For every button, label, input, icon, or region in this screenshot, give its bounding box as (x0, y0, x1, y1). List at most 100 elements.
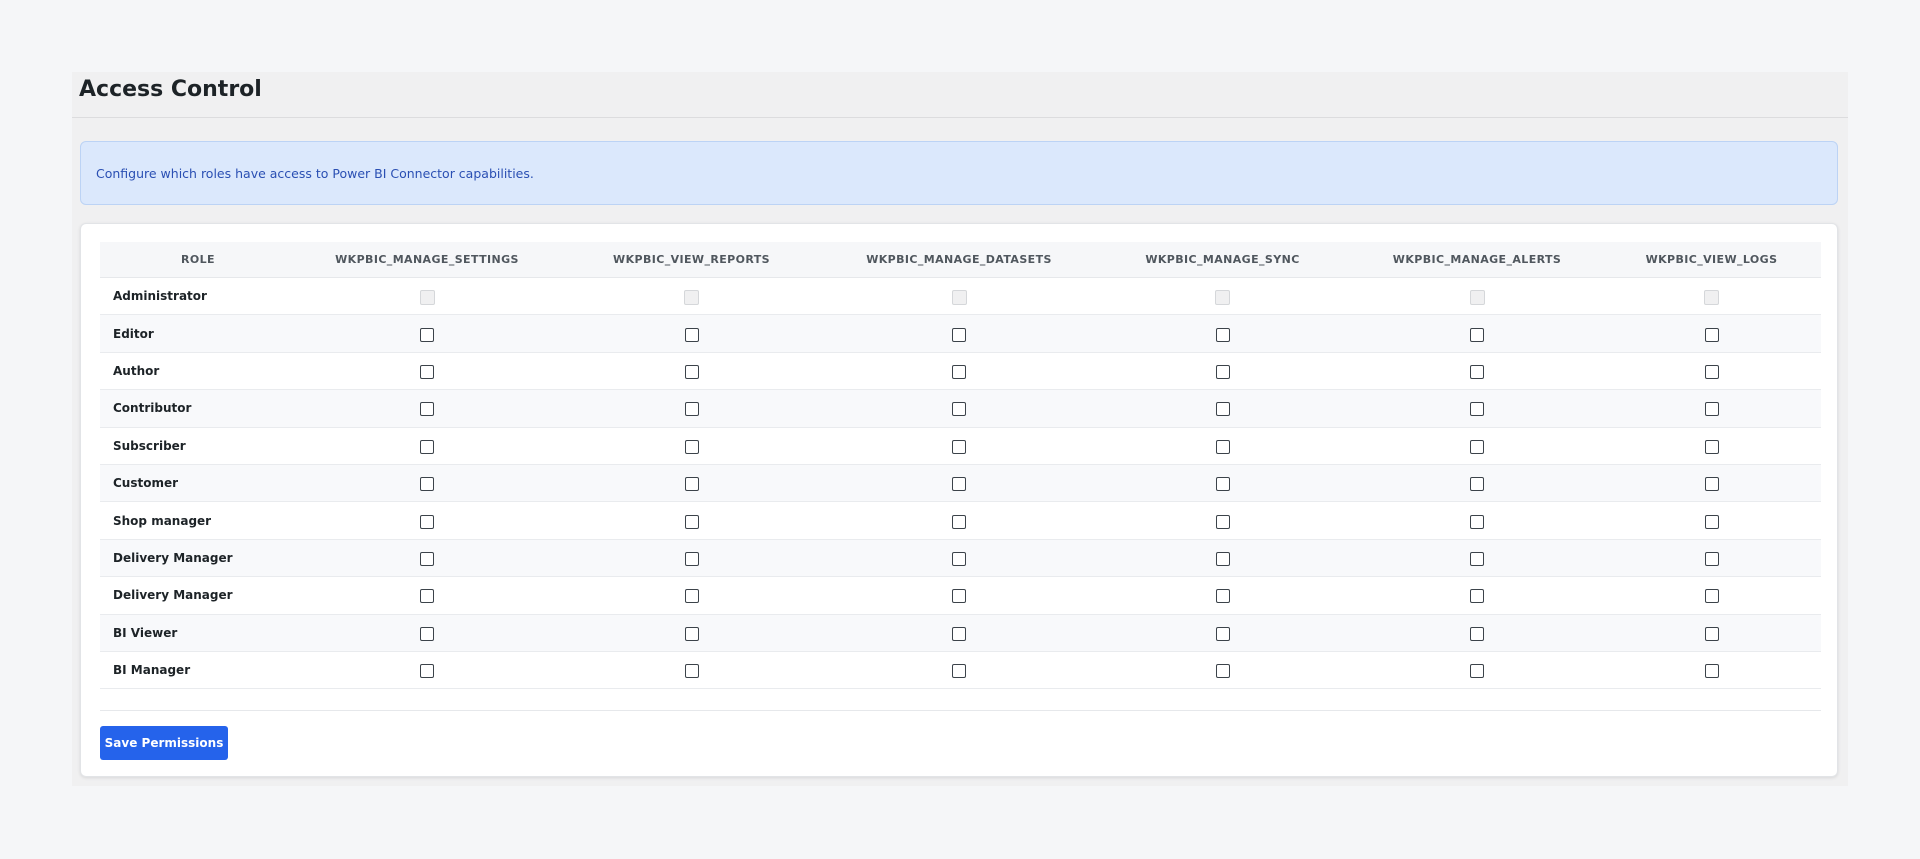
permission-cell (825, 427, 1093, 465)
permission-checkbox[interactable] (1470, 551, 1484, 566)
permission-checkbox[interactable] (684, 477, 699, 492)
permission-checkbox[interactable] (952, 477, 966, 492)
permission-checkbox[interactable] (1470, 477, 1484, 492)
permission-cell (558, 501, 825, 540)
permission-checkbox[interactable] (1470, 439, 1484, 454)
permission-checkbox[interactable] (1704, 626, 1719, 641)
permission-cell (296, 427, 558, 465)
permission-cell (1352, 576, 1602, 615)
role-name: Subscriber (100, 427, 296, 465)
permission-checkbox[interactable] (1215, 626, 1230, 641)
permission-checkbox[interactable] (1470, 514, 1484, 529)
permission-checkbox[interactable] (1215, 664, 1230, 679)
permission-cell (1093, 539, 1352, 578)
permission-cell (1352, 427, 1602, 465)
permission-checkbox[interactable] (1470, 327, 1484, 342)
permission-checkbox[interactable] (952, 551, 966, 566)
permission-checkbox[interactable] (952, 402, 966, 417)
permission-checkbox[interactable] (952, 439, 966, 454)
permission-checkbox[interactable] (1470, 402, 1484, 417)
permission-checkbox[interactable] (684, 589, 699, 604)
permission-cell (1352, 352, 1602, 391)
role-name: Delivery Manager (100, 576, 296, 615)
table-row: Administrator (100, 277, 1821, 316)
permission-checkbox[interactable] (1704, 589, 1719, 604)
permission-checkbox[interactable] (684, 327, 699, 342)
permission-cell (1093, 651, 1352, 690)
permission-cell (1602, 614, 1821, 652)
permission-cell (558, 614, 825, 652)
column-header-capability: WKPBIC_MANAGE_SYNC (1093, 242, 1352, 278)
permission-checkbox[interactable] (420, 551, 434, 566)
permission-checkbox[interactable] (952, 364, 966, 379)
column-header-capability: WKPBIC_VIEW_LOGS (1602, 242, 1821, 278)
permission-cell (825, 314, 1093, 353)
permission-checkbox[interactable] (684, 402, 699, 417)
role-name: Editor (100, 314, 296, 353)
permission-cell (1093, 464, 1352, 503)
permission-checkbox[interactable] (952, 626, 966, 641)
permission-cell (825, 576, 1093, 615)
permission-cell (825, 389, 1093, 428)
permission-checkbox[interactable] (1215, 439, 1230, 454)
permission-checkbox[interactable] (420, 327, 434, 342)
permission-cell (1352, 277, 1602, 316)
permission-checkbox[interactable] (1704, 327, 1719, 342)
permission-checkbox[interactable] (952, 514, 966, 529)
permission-checkbox[interactable] (1704, 551, 1719, 566)
permission-cell (1602, 389, 1821, 428)
access-control-wrap: Access Control Configure which roles hav… (72, 72, 1848, 786)
permission-checkbox[interactable] (420, 626, 434, 641)
permission-checkbox[interactable] (420, 514, 434, 529)
permission-checkbox[interactable] (684, 551, 699, 566)
permission-checkbox[interactable] (420, 364, 434, 379)
permission-checkbox[interactable] (1215, 514, 1230, 529)
permission-checkbox[interactable] (1704, 439, 1719, 454)
permission-checkbox[interactable] (952, 327, 966, 342)
permission-checkbox[interactable] (420, 439, 434, 454)
save-permissions-button[interactable]: Save Permissions (100, 726, 228, 760)
permission-cell (558, 464, 825, 503)
permission-cell (1602, 277, 1821, 316)
permission-checkbox[interactable] (684, 364, 699, 379)
permission-checkbox[interactable] (684, 439, 699, 454)
permission-checkbox[interactable] (1215, 327, 1230, 342)
permission-checkbox[interactable] (1215, 551, 1230, 566)
permission-cell (558, 389, 825, 428)
column-header-role: ROLE (100, 242, 296, 278)
permission-checkbox[interactable] (420, 402, 434, 417)
column-header-capability: WKPBIC_VIEW_REPORTS (558, 242, 825, 278)
permission-checkbox[interactable] (1704, 364, 1719, 379)
permission-checkbox[interactable] (1215, 477, 1230, 492)
permission-checkbox[interactable] (1704, 402, 1719, 417)
permission-checkbox[interactable] (684, 514, 699, 529)
permission-cell (1093, 501, 1352, 540)
permission-checkbox[interactable] (952, 664, 966, 679)
permission-cell (825, 277, 1093, 316)
permission-cell (558, 539, 825, 578)
permission-cell (558, 427, 825, 465)
permission-cell (1093, 352, 1352, 391)
permission-cell (296, 314, 558, 353)
column-header-capability: WKPBIC_MANAGE_DATASETS (825, 242, 1093, 278)
permission-checkbox[interactable] (684, 664, 699, 679)
permission-checkbox[interactable] (684, 626, 699, 641)
permission-checkbox[interactable] (1215, 589, 1230, 604)
permission-checkbox[interactable] (420, 477, 434, 492)
permission-checkbox[interactable] (1704, 664, 1719, 679)
permission-checkbox[interactable] (1470, 664, 1484, 679)
permission-checkbox[interactable] (1470, 589, 1484, 604)
permission-checkbox[interactable] (1704, 514, 1719, 529)
permission-checkbox[interactable] (1704, 477, 1719, 492)
permission-checkbox[interactable] (1470, 626, 1484, 641)
permission-checkbox[interactable] (420, 589, 434, 604)
permission-cell (296, 576, 558, 615)
table-row: Contributor (100, 389, 1821, 428)
permission-cell (1093, 614, 1352, 652)
permission-checkbox[interactable] (1470, 364, 1484, 379)
permission-checkbox[interactable] (1215, 364, 1230, 379)
permission-checkbox[interactable] (420, 664, 434, 679)
permission-checkbox[interactable] (1215, 402, 1230, 417)
permission-cell (825, 651, 1093, 690)
permission-checkbox[interactable] (952, 589, 966, 604)
